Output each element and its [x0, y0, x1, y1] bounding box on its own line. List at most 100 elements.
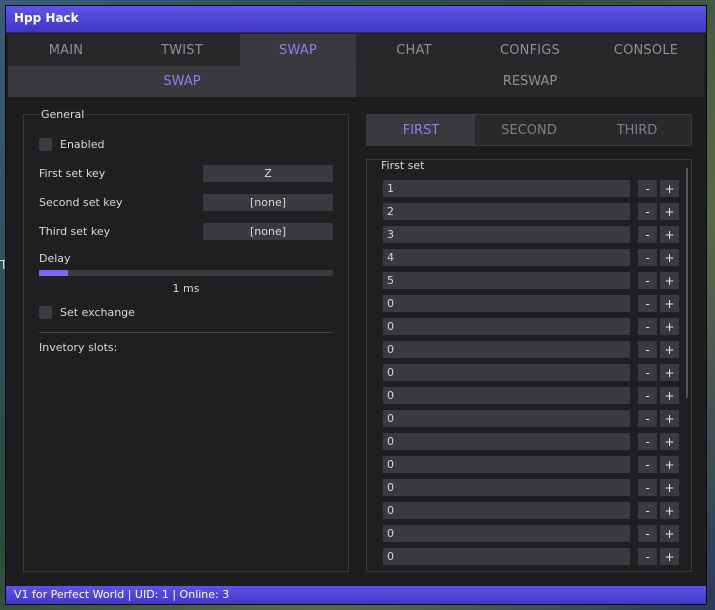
slot-increment-button[interactable]: +: [660, 295, 679, 312]
slot-input[interactable]: 0: [383, 410, 630, 427]
scrollbar[interactable]: [686, 168, 688, 398]
slot-input[interactable]: 0: [383, 318, 630, 335]
delay-value: 1 ms: [172, 282, 200, 295]
slot-increment-button[interactable]: +: [660, 226, 679, 243]
slot-increment-button[interactable]: +: [660, 479, 679, 496]
slot-input[interactable]: 0: [383, 364, 630, 381]
slot-decrement-button[interactable]: -: [638, 410, 657, 427]
slot-increment-button[interactable]: +: [660, 341, 679, 358]
slot-row: 0- +: [383, 502, 679, 519]
sets-panel: FIRST SECOND THIRD First set 1- +2- +3- +4-…: [366, 114, 692, 572]
slot-row: 0- +: [383, 456, 679, 473]
subtab-swap[interactable]: SWAP: [8, 66, 356, 97]
second-set-key-button[interactable]: [none]: [203, 194, 333, 211]
slot-row: 0- +: [383, 548, 679, 565]
slot-input[interactable]: 1: [383, 180, 630, 197]
slot-input[interactable]: 0: [383, 433, 630, 450]
slot-decrement-button[interactable]: -: [638, 272, 657, 289]
slot-decrement-button[interactable]: -: [638, 387, 657, 404]
third-set-key-button[interactable]: [none]: [203, 223, 333, 240]
slot-row: 0- +: [383, 525, 679, 542]
slot-decrement-button[interactable]: -: [638, 318, 657, 335]
first-set-key-button[interactable]: Z: [203, 165, 333, 182]
tab-console[interactable]: CONSOLE: [588, 34, 704, 66]
inventory-slots-label: Invetory slots:: [39, 341, 118, 354]
third-set-key-row: Third set key [none]: [39, 223, 333, 241]
slot-decrement-button[interactable]: -: [638, 226, 657, 243]
slot-increment-button[interactable]: +: [660, 433, 679, 450]
first-set-key-label: First set key: [39, 167, 106, 180]
slot-decrement-button[interactable]: -: [638, 364, 657, 381]
slot-input[interactable]: 2: [383, 203, 630, 220]
first-set-key-row: First set key Z: [39, 165, 333, 183]
subtab-reswap[interactable]: RESWAP: [356, 66, 704, 97]
slot-decrement-button[interactable]: -: [638, 295, 657, 312]
slot-increment-button[interactable]: +: [660, 502, 679, 519]
slot-increment-button[interactable]: +: [660, 318, 679, 335]
slot-decrement-button[interactable]: -: [638, 525, 657, 542]
slot-increment-button[interactable]: +: [660, 272, 679, 289]
slot-row: 3- +: [383, 226, 679, 243]
slot-decrement-button[interactable]: -: [638, 548, 657, 565]
slot-increment-button[interactable]: +: [660, 410, 679, 427]
slot-increment-button[interactable]: +: [660, 364, 679, 381]
title-bar[interactable]: Hpp Hack: [6, 6, 706, 33]
general-group: General Enabled First set key Z Second s…: [23, 108, 349, 572]
slot-input[interactable]: 0: [383, 341, 630, 358]
slot-decrement-button[interactable]: -: [638, 433, 657, 450]
slot-increment-button[interactable]: +: [660, 456, 679, 473]
tab-configs[interactable]: CONFIGS: [472, 34, 588, 66]
slot-row: 1- +: [383, 180, 679, 197]
tab-twist[interactable]: TWIST: [124, 34, 240, 66]
slot-input[interactable]: 0: [383, 502, 630, 519]
first-set-group: First set 1- +2- +3- +4- +5- +0- +0- +0- +0- +0- +…: [366, 159, 692, 572]
slot-row: 0- +: [383, 341, 679, 358]
enabled-row[interactable]: Enabled: [39, 138, 104, 151]
delay-label: Delay: [39, 252, 71, 265]
slot-input[interactable]: 3: [383, 226, 630, 243]
enabled-checkbox[interactable]: [39, 138, 52, 151]
tab-first-set[interactable]: FIRST: [367, 115, 475, 145]
sub-tabs: SWAP RESWAP: [8, 66, 704, 97]
slot-increment-button[interactable]: +: [660, 180, 679, 197]
slot-input[interactable]: 0: [383, 525, 630, 542]
slot-increment-button[interactable]: +: [660, 525, 679, 542]
slot-increment-button[interactable]: +: [660, 203, 679, 220]
slot-decrement-button[interactable]: -: [638, 180, 657, 197]
slot-decrement-button[interactable]: -: [638, 479, 657, 496]
tab-main[interactable]: MAIN: [8, 34, 124, 66]
slot-input[interactable]: 0: [383, 387, 630, 404]
delay-slider[interactable]: [39, 270, 333, 276]
tab-third-set[interactable]: THIRD: [583, 115, 691, 145]
first-set-title: First set: [381, 159, 425, 172]
slot-input[interactable]: 0: [383, 479, 630, 496]
main-tabs: MAIN TWIST SWAP CHAT CONFIGS CONSOLE: [8, 34, 704, 66]
slot-input[interactable]: 0: [383, 548, 630, 565]
slot-row: 0- +: [383, 295, 679, 312]
slot-row: 0- +: [383, 364, 679, 381]
slot-row: 0- +: [383, 318, 679, 335]
slot-row: 4- +: [383, 249, 679, 266]
slot-row: 0- +: [383, 410, 679, 427]
slot-increment-button[interactable]: +: [660, 249, 679, 266]
slot-row: 0- +: [383, 433, 679, 450]
second-set-key-label: Second set key: [39, 196, 123, 209]
slot-input[interactable]: 4: [383, 249, 630, 266]
slot-increment-button[interactable]: +: [660, 548, 679, 565]
slot-row: 2- +: [383, 203, 679, 220]
slot-input[interactable]: 0: [383, 295, 630, 312]
general-title: General: [39, 108, 87, 121]
slot-input[interactable]: 5: [383, 272, 630, 289]
tab-chat[interactable]: CHAT: [356, 34, 472, 66]
set-exchange-checkbox[interactable]: [39, 306, 52, 319]
slot-increment-button[interactable]: +: [660, 387, 679, 404]
slot-decrement-button[interactable]: -: [638, 502, 657, 519]
slot-input[interactable]: 0: [383, 456, 630, 473]
slot-decrement-button[interactable]: -: [638, 341, 657, 358]
slot-decrement-button[interactable]: -: [638, 249, 657, 266]
set-exchange-row[interactable]: Set exchange: [39, 306, 135, 319]
tab-swap[interactable]: SWAP: [240, 34, 356, 66]
tab-second-set[interactable]: SECOND: [475, 115, 583, 145]
slot-decrement-button[interactable]: -: [638, 203, 657, 220]
slot-decrement-button[interactable]: -: [638, 456, 657, 473]
